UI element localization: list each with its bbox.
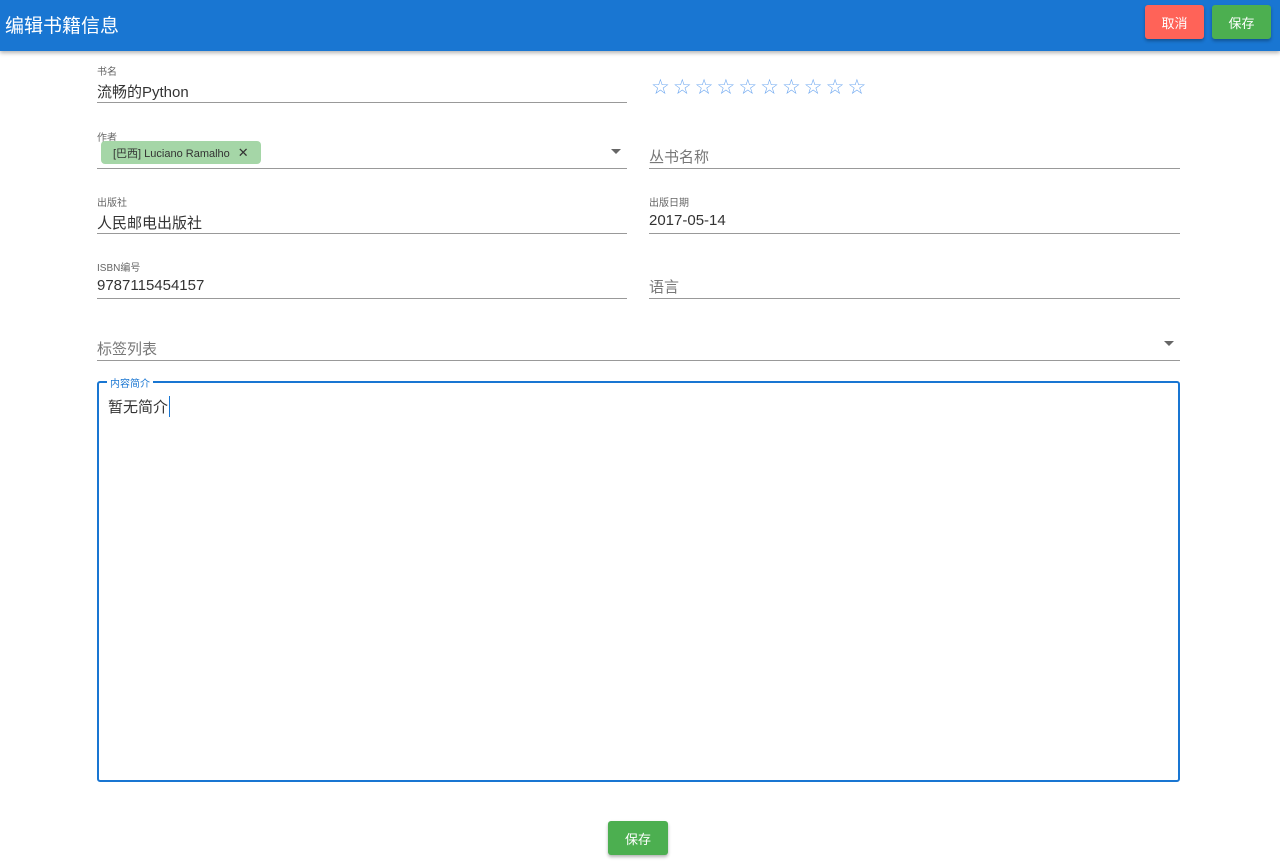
star-icon[interactable]: ☆ bbox=[738, 76, 760, 99]
author-chip: [巴西] Luciano Ramalho ✕ bbox=[101, 141, 261, 164]
publisher-input[interactable]: 人民邮电出版社 bbox=[97, 212, 202, 233]
series-field[interactable]: 丛书名称 bbox=[649, 129, 1180, 169]
author-field[interactable]: 作者 [巴西] Luciano Ramalho ✕ bbox=[97, 129, 627, 169]
language-field[interactable]: 语言 bbox=[649, 259, 1180, 299]
chevron-down-icon[interactable] bbox=[611, 149, 621, 154]
cancel-button[interactable]: 取消 bbox=[1145, 5, 1204, 39]
isbn-input[interactable]: 9787115454157 bbox=[97, 277, 204, 294]
isbn-field[interactable]: ISBN编号 9787115454157 bbox=[97, 259, 627, 299]
page-title: 编辑书籍信息 bbox=[5, 16, 120, 37]
close-icon[interactable]: ✕ bbox=[238, 145, 249, 160]
title-field[interactable]: 书名 流畅的Python bbox=[97, 63, 627, 103]
summary-textarea[interactable]: 内容简介 暂无简介 bbox=[97, 375, 1180, 782]
star-icon[interactable]: ☆ bbox=[673, 76, 695, 99]
star-icon[interactable]: ☆ bbox=[826, 76, 848, 99]
save-button[interactable]: 保存 bbox=[1212, 5, 1271, 39]
series-input[interactable]: 丛书名称 bbox=[649, 146, 709, 167]
title-input[interactable]: 流畅的Python bbox=[97, 81, 189, 102]
star-icon[interactable]: ☆ bbox=[782, 76, 804, 99]
bottom-save-button[interactable]: 保存 bbox=[608, 821, 668, 855]
pubdate-input[interactable]: 2017-05-14 bbox=[649, 212, 726, 229]
language-input[interactable]: 语言 bbox=[649, 276, 679, 297]
publisher-field[interactable]: 出版社 人民邮电出版社 bbox=[97, 194, 627, 234]
star-icon[interactable]: ☆ bbox=[695, 76, 717, 99]
rating-stars[interactable]: ☆☆☆☆☆☆☆☆☆☆ bbox=[651, 75, 869, 100]
pubdate-label: 出版日期 bbox=[649, 198, 689, 209]
star-icon[interactable]: ☆ bbox=[804, 76, 826, 99]
summary-text[interactable]: 暂无简介 bbox=[108, 396, 171, 417]
summary-label: 内容简介 bbox=[107, 375, 153, 390]
app-header: 编辑书籍信息 取消 保存 bbox=[0, 0, 1280, 51]
isbn-label: ISBN编号 bbox=[97, 263, 141, 274]
star-icon[interactable]: ☆ bbox=[651, 76, 673, 99]
star-icon[interactable]: ☆ bbox=[847, 76, 869, 99]
tags-field[interactable]: 标签列表 bbox=[97, 321, 1180, 361]
title-label: 书名 bbox=[97, 67, 117, 78]
tags-input[interactable]: 标签列表 bbox=[97, 338, 157, 359]
author-chip-label: [巴西] Luciano Ramalho bbox=[113, 148, 230, 160]
publisher-label: 出版社 bbox=[97, 198, 127, 209]
pubdate-field[interactable]: 出版日期 2017-05-14 bbox=[649, 194, 1180, 234]
star-icon[interactable]: ☆ bbox=[716, 76, 738, 99]
chevron-down-icon[interactable] bbox=[1164, 341, 1174, 346]
star-icon[interactable]: ☆ bbox=[760, 76, 782, 99]
